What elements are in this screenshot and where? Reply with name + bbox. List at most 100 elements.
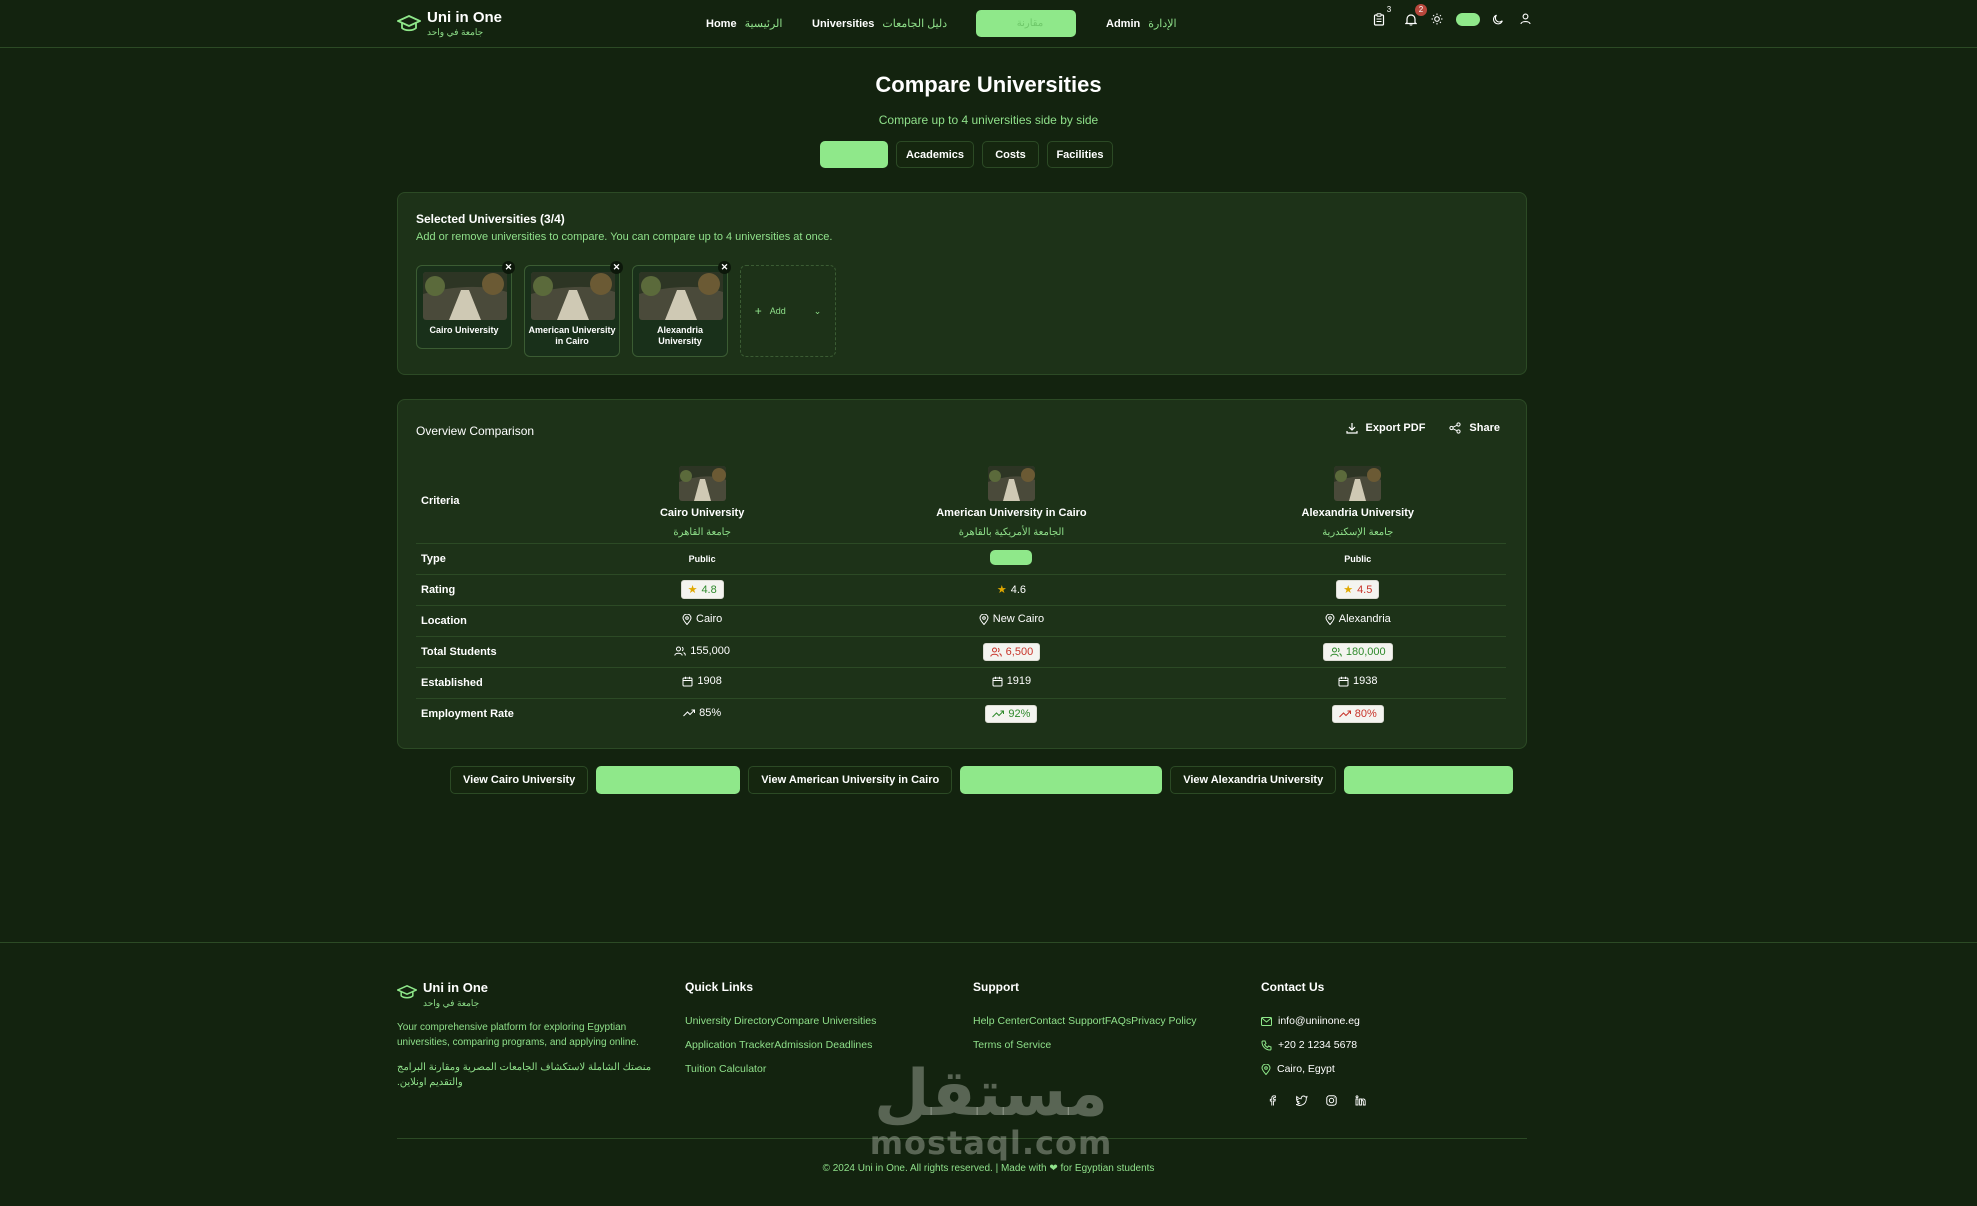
trending-up-icon [992, 710, 1005, 718]
table-cell: 155,000 [591, 636, 814, 668]
tab-facilities[interactable]: Facilities [1047, 141, 1113, 168]
contact-heading: Contact Us [1261, 980, 1325, 994]
twitter-icon[interactable] [1296, 1095, 1308, 1106]
selected-university-chip[interactable]: Alexandria University ✕ [632, 261, 731, 357]
theme-toggle[interactable] [1456, 12, 1480, 26]
footer-logo[interactable]: Uni in One جامعة في واحد [397, 980, 667, 1010]
footer-link[interactable]: Tuition Calculator [685, 1057, 876, 1081]
social-links [1267, 1095, 1366, 1106]
sun-icon [1430, 12, 1444, 26]
rating-value: 4.8 [701, 583, 717, 596]
students-value: 155,000 [690, 644, 731, 657]
apply-cairo-university-button[interactable] [596, 766, 741, 794]
graduation-cap-icon [397, 985, 417, 999]
table-cell: 1938 [1209, 667, 1506, 699]
nav-compare[interactable]: مقارنة [976, 10, 1076, 37]
selected-university-chip[interactable]: American University in Cairo ✕ [524, 261, 623, 357]
type-value: Public [688, 553, 716, 564]
criteria-header: Criteria [416, 462, 591, 544]
users-icon [1330, 647, 1342, 657]
linkedin-icon[interactable] [1355, 1095, 1366, 1106]
chip-university-name: Cairo University [429, 325, 499, 335]
download-icon [1345, 423, 1358, 434]
remove-university-button[interactable]: ✕ [502, 261, 515, 274]
nav-universities[interactable]: Universities دليل الجامعات [812, 10, 976, 37]
chevron-down-icon: ⌄ [813, 305, 822, 316]
university-name-ar: جامعة الإسكندرية [1322, 526, 1394, 538]
view-university-actions: View Cairo University View American Univ… [450, 766, 1514, 794]
notification-count-badge: 2 [1415, 4, 1427, 16]
criteria-label: Type [416, 543, 591, 575]
selected-universities-title: Selected Universities (3/4) [416, 212, 565, 226]
table-cell: New Cairo [813, 605, 1210, 637]
table-row-students: Total Students 155,000 6,500 180,000 [416, 636, 1506, 668]
table-cell: 1908 [591, 667, 814, 699]
map-pin-icon [1261, 1063, 1271, 1075]
export-pdf-button[interactable]: Export PDF [1345, 422, 1425, 434]
user-profile-button[interactable] [1518, 12, 1532, 26]
footer-app-subtitle: جامعة في واحد [423, 998, 480, 1008]
location-value: New Cairo [992, 613, 1045, 626]
students-value: 180,000 [1345, 645, 1386, 658]
university-campus-image [987, 465, 1035, 501]
view-auc-button[interactable]: View American University in Cairo [748, 766, 953, 794]
add-university-label: Add [769, 306, 786, 316]
instagram-icon[interactable] [1326, 1095, 1337, 1106]
trending-up-icon [683, 709, 696, 717]
email-text: info@uniinone.eg [1278, 1015, 1360, 1027]
table-row-rating: Rating ★ 4.8 ★ 4.6 ★ 4.5 [416, 574, 1506, 606]
table-cell: 1919 [813, 667, 1210, 699]
table-cell: Public [1209, 543, 1506, 575]
rating-badge: ★ 4.8 [680, 580, 724, 599]
nav-admin-label: Admin [1106, 17, 1141, 30]
share-button[interactable]: Share [1449, 422, 1500, 434]
footer-link[interactable]: Terms of Service [973, 1033, 1197, 1057]
table-cell: 92% [813, 698, 1209, 729]
add-university-button[interactable]: + Add ⌄ [740, 265, 836, 357]
star-icon: ★ [1343, 584, 1354, 596]
footer-link[interactable]: University DirectoryCompare Universities [685, 1009, 876, 1033]
view-cairo-university-button[interactable]: View Cairo University [450, 766, 589, 794]
clipboard-button[interactable]: 3 [1372, 5, 1391, 26]
mail-icon [1261, 1016, 1272, 1026]
university-campus-image [423, 272, 507, 320]
graduation-cap-icon [397, 15, 421, 32]
table-cell: ★ 4.5 [1209, 574, 1506, 606]
remove-university-button[interactable]: ✕ [718, 261, 731, 274]
watermark: مستقل mostaql.com [866, 1062, 1116, 1160]
table-cell: 180,000 [1209, 636, 1506, 668]
tab-overview[interactable] [820, 141, 888, 168]
students-value: 6,500 [1005, 645, 1034, 658]
location-value: Alexandria [1338, 613, 1391, 626]
nav-admin-label-ar: الإدارة [1148, 18, 1177, 30]
tab-academics[interactable]: Academics [896, 141, 974, 168]
quick-links-heading: Quick Links [685, 980, 754, 994]
map-pin-icon [1325, 613, 1335, 625]
university-column-header: Alexandria University جامعة الإسكندرية [1209, 462, 1506, 544]
table-row-location: Location Cairo New Cairo Alexandria [416, 605, 1506, 637]
table-cell: Public [591, 543, 814, 575]
view-alexandria-university-button[interactable]: View Alexandria University [1170, 766, 1337, 794]
nav-admin[interactable]: Admin الإدارة [1106, 10, 1177, 37]
remove-university-button[interactable]: ✕ [610, 261, 623, 274]
footer-link[interactable]: Help CenterContact SupportFAQsPrivacy Po… [973, 1009, 1197, 1033]
comparison-tabs: Academics Costs Facilities [820, 141, 1113, 168]
nav-home-label: Home [706, 17, 737, 30]
facebook-icon[interactable] [1267, 1095, 1278, 1106]
phone-text: +20 2 1234 5678 [1278, 1039, 1358, 1051]
tab-costs[interactable]: Costs [982, 141, 1039, 168]
contact-email[interactable]: info@uniinone.eg [1261, 1009, 1366, 1033]
contact-address: Cairo, Egypt [1261, 1057, 1366, 1081]
app-logo[interactable]: Uni in One جامعة في واحد [397, 9, 502, 39]
type-badge [990, 549, 1033, 565]
notifications-button[interactable]: 2 [1404, 4, 1427, 26]
header-actions: 3 2 [1372, 4, 1532, 26]
apply-auc-button[interactable] [960, 766, 1163, 794]
selected-university-chip[interactable]: Cairo University ✕ [416, 261, 515, 349]
nav-home[interactable]: Home الرئيسية [706, 10, 812, 37]
footer-link[interactable]: Application TrackerAdmission Deadlines [685, 1033, 876, 1057]
criteria-label: Location [416, 605, 591, 637]
rating-value: 4.6 [1010, 583, 1027, 596]
contact-phone[interactable]: +20 2 1234 5678 [1261, 1033, 1366, 1057]
apply-alexandria-university-button[interactable] [1344, 766, 1514, 794]
